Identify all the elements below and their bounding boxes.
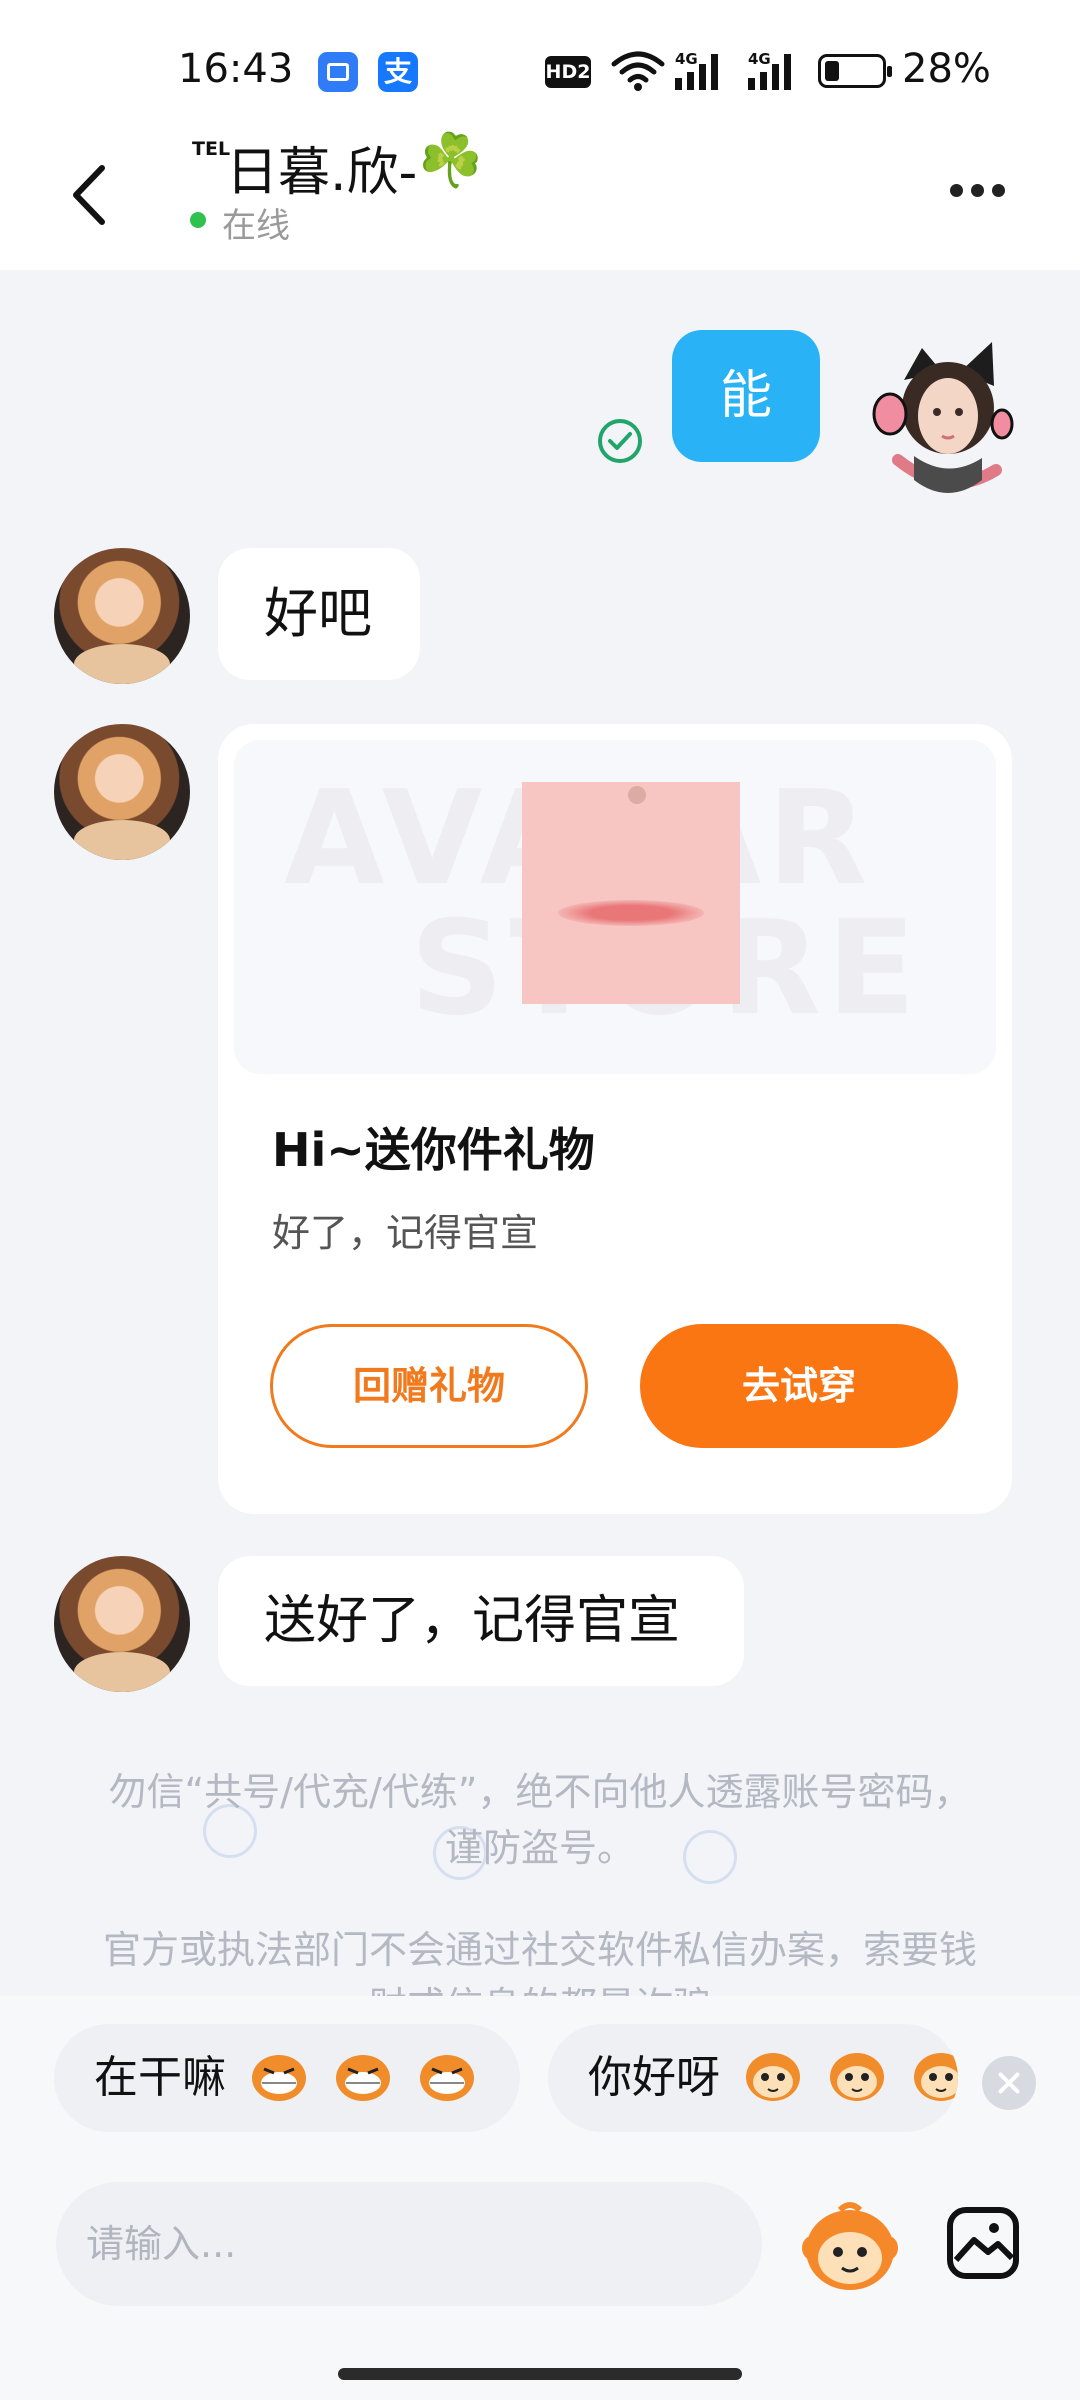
monkey-emoji-icon xyxy=(914,2053,958,2101)
gift-subtitle: 好了，记得官宣 xyxy=(272,1211,539,1255)
gift-title: Hi~送你件礼物 xyxy=(272,1123,595,1177)
lip-gift-thumbnail xyxy=(522,782,740,1004)
calendar-app-icon xyxy=(318,52,358,92)
contact-avatar[interactable] xyxy=(54,724,190,860)
hd-voice-icon: HD2 xyxy=(545,56,591,88)
monkey-emoji-icon xyxy=(830,2053,884,2101)
close-icon[interactable] xyxy=(982,2056,1036,2110)
my-avatar[interactable] xyxy=(864,330,1014,510)
contact-name[interactable]: 日暮.欣- xyxy=(226,130,417,205)
gift-image: AVATAR STORE xyxy=(234,740,996,1074)
input-bar xyxy=(0,2166,1080,2400)
status-time: 16:43 xyxy=(178,46,294,92)
battery-percent: 28% xyxy=(902,46,991,92)
signal-4g-icon: 4G xyxy=(675,50,718,90)
grin-emoji-icon xyxy=(336,2055,390,2101)
svg-text:4G: 4G xyxy=(748,50,771,68)
monkey-emoji-icon xyxy=(746,2053,800,2101)
message-input[interactable] xyxy=(56,2182,762,2306)
try-on-button[interactable]: 去试穿 xyxy=(640,1324,958,1448)
my-message-bubble[interactable]: 能 xyxy=(672,330,820,462)
message-bubble[interactable]: 好吧 xyxy=(218,548,420,680)
back-button[interactable] xyxy=(60,160,120,230)
battery-icon xyxy=(818,54,892,88)
grin-emoji-icon xyxy=(252,2055,306,2101)
quick-reply-bar: 在干嘛 你好呀 xyxy=(0,1996,1080,2166)
status-bar: 16:43 支 HD2 4G 4G 28% xyxy=(0,0,1080,130)
monkey-emoji-picker-icon[interactable] xyxy=(800,2196,900,2296)
read-check-icon xyxy=(598,419,642,463)
svg-text:4G: 4G xyxy=(675,50,698,68)
wifi-icon xyxy=(611,51,665,91)
signal-4g-icon-2: 4G xyxy=(748,50,791,90)
chat-header: TEL 日暮.欣- ☘️ 在线 xyxy=(0,130,1080,270)
quick-reply-chip[interactable]: 在干嘛 xyxy=(54,2024,520,2132)
clover-icon: ☘️ xyxy=(418,131,483,191)
more-options-button[interactable] xyxy=(950,182,1020,212)
contact-avatar[interactable] xyxy=(54,548,190,684)
online-status: 在线 xyxy=(222,206,290,246)
gift-card[interactable]: AVATAR STORE Hi~送你件礼物 好了，记得官宣 回赠礼物 去试穿 xyxy=(218,724,1012,1514)
alipay-icon: 支 xyxy=(378,52,418,92)
online-dot-icon xyxy=(190,212,206,228)
image-picker-icon[interactable] xyxy=(946,2206,1020,2280)
quick-reply-text: 你好呀 xyxy=(588,2052,720,2103)
safety-notice: 勿信“共号/代充/代练”，绝不向他人透露账号密码，谨防盗号。 xyxy=(108,1770,972,1870)
contact-avatar[interactable] xyxy=(54,1556,190,1692)
quick-reply-text: 在干嘛 xyxy=(94,2052,226,2103)
grin-emoji-icon xyxy=(420,2055,474,2101)
return-gift-button[interactable]: 回赠礼物 xyxy=(270,1324,588,1448)
quick-reply-chip[interactable]: 你好呀 xyxy=(548,2024,958,2132)
home-indicator[interactable] xyxy=(338,2368,742,2380)
message-bubble[interactable]: 送好了，记得官宣 xyxy=(218,1556,744,1686)
tel-badge: TEL xyxy=(192,138,231,160)
